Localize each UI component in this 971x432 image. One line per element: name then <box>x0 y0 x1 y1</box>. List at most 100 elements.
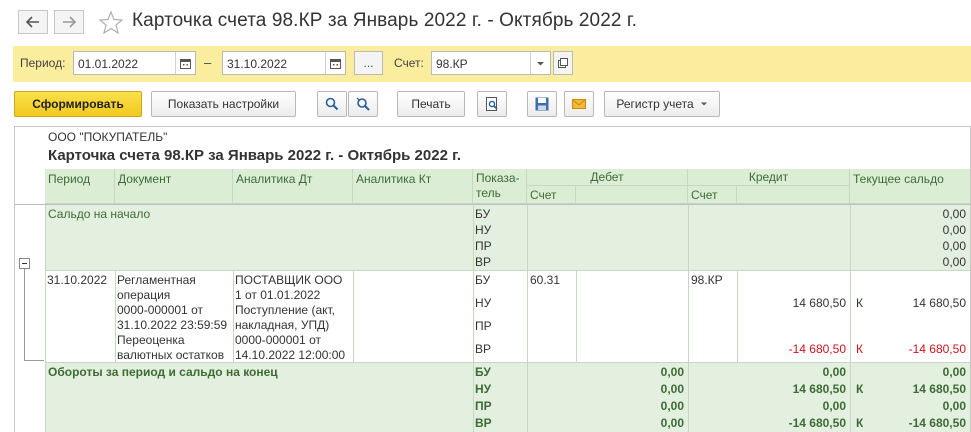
header-balance: Текущее сальдо <box>850 169 971 204</box>
header-analytics-dt: Аналитика Дт <box>233 169 353 204</box>
row-analytics-line: накладная, УПД) <box>235 318 330 332</box>
date-from-value: 01.01.2022 <box>78 57 139 71</box>
grid-line <box>353 270 354 362</box>
row-analytics-line: 1 от 01.01.2022 <box>235 288 321 302</box>
totals-indicator: ВР <box>475 416 492 430</box>
row-analytics-line: ПОСТАВЩИК ООО <box>235 273 343 287</box>
row-indicator: БУ <box>475 273 491 287</box>
totals-debit: 0,00 <box>660 382 684 396</box>
chevron-down-icon <box>700 102 707 106</box>
totals-debit: 0,00 <box>660 399 684 413</box>
date-from-field[interactable]: 01.01.2022 <box>73 51 196 75</box>
period-label: Период: <box>20 56 66 70</box>
row-divider <box>45 270 971 271</box>
chevron-down-icon <box>537 61 544 65</box>
opening-balance-value: 0,00 <box>942 255 966 269</box>
totals-credit: 0,00 <box>822 399 846 413</box>
parameters-panel: Период: 01.01.2022 – 31.10.2022 ... Счет… <box>13 46 971 82</box>
totals-balance: 14 680,50 <box>912 382 966 396</box>
dropdown-button[interactable] <box>530 52 550 74</box>
row-analytics-line: Поступление (акт, <box>235 303 335 317</box>
totals-label: Обороты за период и сальдо на конец <box>48 365 278 379</box>
register-menu-button[interactable]: Регистр учета <box>604 91 720 117</box>
totals-balance-side: К <box>856 382 864 396</box>
tree-line <box>24 269 25 361</box>
header-indicator-line2: тель <box>476 186 501 200</box>
row-balance-vr: -14 680,50 <box>908 342 966 356</box>
report-title: Карточка счета 98.КР за Январь 2022 г. -… <box>48 147 461 164</box>
calendar-button[interactable] <box>325 52 345 74</box>
header-credit: Кредит <box>688 169 850 186</box>
calendar-icon <box>180 58 191 69</box>
row-period: 31.10.2022 <box>47 273 108 287</box>
row-balance-side: К <box>856 296 863 310</box>
row-analytics-line: 0000-000001 от <box>235 333 321 347</box>
date-to-field[interactable]: 31.10.2022 <box>222 51 346 75</box>
page-title: Карточка счета 98.КР за Январь 2022 г. -… <box>132 10 638 31</box>
save-button[interactable] <box>527 91 557 117</box>
opening-balance-label: Сальдо на начало <box>48 207 151 221</box>
calendar-button[interactable] <box>175 52 195 74</box>
grid-line <box>527 205 528 432</box>
account-field[interactable]: 98.КР <box>431 51 551 75</box>
print-preview-button[interactable] <box>477 91 507 117</box>
totals-credit: -14 680,50 <box>788 416 846 430</box>
account-value: 98.КР <box>436 57 468 71</box>
row-document-line: операция <box>117 288 171 302</box>
row-analytics-dt: ПОСТАВЩИК ООО 1 от 01.01.2022 Поступлени… <box>235 273 345 363</box>
row-document-line: 0000-000001 от <box>117 303 203 317</box>
header-credit-account: Счет <box>688 186 737 204</box>
row-document-line: Регламентная <box>117 273 196 287</box>
header-period: Период <box>45 169 115 204</box>
forward-button[interactable] <box>54 10 84 34</box>
organization-name: ООО "ПОКУПАТЕЛЬ" <box>48 130 168 144</box>
totals-debit: 0,00 <box>660 365 684 379</box>
report-spreadsheet[interactable]: ООО "ПОКУПАТЕЛЬ" Карточка счета 98.КР за… <box>14 126 971 432</box>
cancel-search-button[interactable] <box>348 91 378 117</box>
show-settings-button[interactable]: Показать настройки <box>151 91 296 117</box>
totals-balance: 0,00 <box>942 399 966 413</box>
totals-balance-side: К <box>856 416 864 430</box>
totals-balance: 0,00 <box>942 365 966 379</box>
open-account-button[interactable] <box>553 51 573 75</box>
back-button[interactable] <box>18 10 48 34</box>
envelope-icon <box>572 99 586 109</box>
generate-button[interactable]: Сформировать <box>14 91 142 117</box>
grid-line <box>576 270 577 362</box>
opening-indicator: БУ <box>475 207 491 221</box>
header-debit: Дебет <box>527 169 688 186</box>
search-button[interactable] <box>317 91 347 117</box>
row-balance-nu: 14 680,50 <box>912 296 966 310</box>
totals-credit: 0,00 <box>822 365 846 379</box>
date-to-value: 31.10.2022 <box>227 57 288 71</box>
opening-balance-group <box>45 205 971 270</box>
header-debit-amount <box>576 186 688 204</box>
search-icon <box>325 97 339 111</box>
favorite-star-icon[interactable] <box>98 10 124 34</box>
opening-indicator: ПР <box>475 239 492 253</box>
open-icon <box>558 58 568 68</box>
collapse-group-icon[interactable] <box>19 258 30 269</box>
select-period-button[interactable]: ... <box>354 51 383 75</box>
row-indicator: ВР <box>475 342 492 356</box>
print-button[interactable]: Печать <box>397 91 465 117</box>
totals-indicator: ПР <box>475 399 492 413</box>
opening-balance-value: 0,00 <box>942 223 966 237</box>
totals-indicator: БУ <box>475 365 491 379</box>
opening-indicator: ВР <box>475 255 492 269</box>
title-bar: Карточка счета 98.КР за Январь 2022 г. -… <box>0 0 971 44</box>
command-bar: Сформировать Показать настройки Печать Р… <box>0 88 971 122</box>
send-email-button[interactable] <box>564 91 594 117</box>
register-menu-label: Регистр учета <box>616 97 694 111</box>
row-credit-vr: -14 680,50 <box>788 342 846 356</box>
totals-credit: 14 680,50 <box>792 382 846 396</box>
tree-line <box>24 360 44 361</box>
row-document: Регламентная операция 0000-000001 от 31.… <box>117 273 227 363</box>
period-dash: – <box>204 55 212 70</box>
row-balance-side: К <box>856 342 863 356</box>
grid-line <box>850 205 851 432</box>
totals-balance: -14 680,50 <box>908 416 966 430</box>
opening-indicator: НУ <box>475 223 492 237</box>
calendar-icon <box>330 58 341 69</box>
opening-balance-value: 0,00 <box>942 239 966 253</box>
